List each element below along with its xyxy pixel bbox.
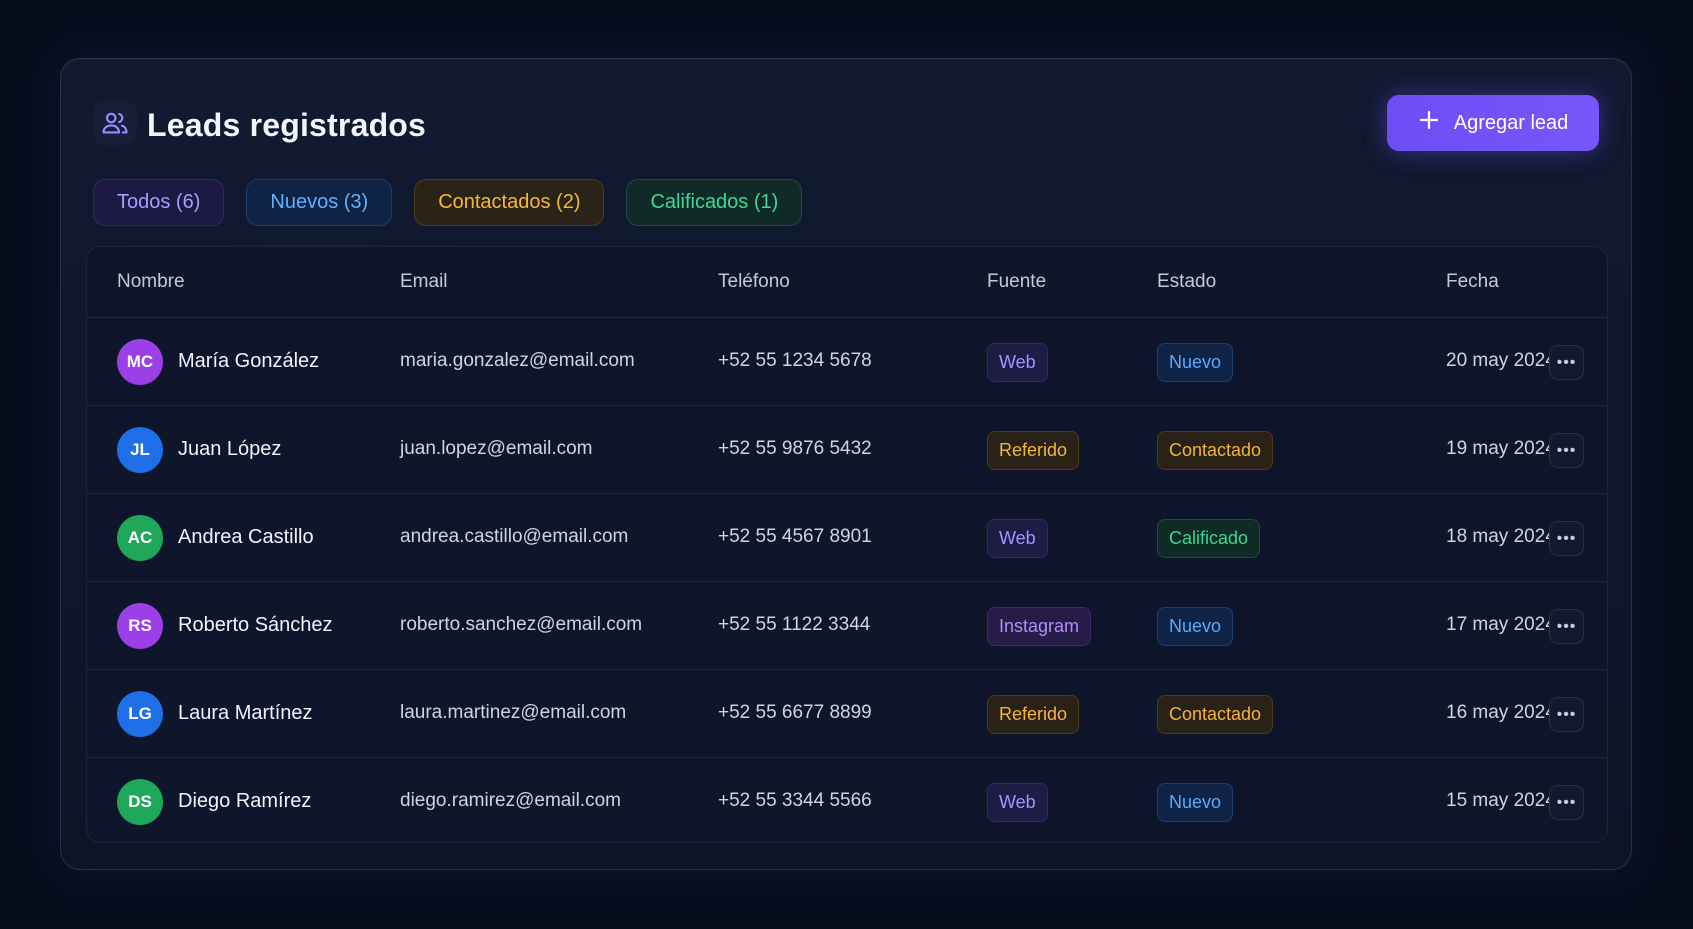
avatar: JL: [117, 427, 163, 473]
column-header-fuente[interactable]: Fuente: [987, 271, 1046, 293]
tab-calificados[interactable]: Calificados (1): [626, 179, 803, 226]
status-badge: Nuevo: [1157, 607, 1234, 646]
more-horizontal-icon: •••: [1556, 793, 1577, 811]
row-actions-button[interactable]: •••: [1549, 521, 1584, 556]
page-title: Leads registrados: [147, 107, 427, 143]
lead-date: 16 may 2024: [1446, 702, 1556, 723]
source-badge: Web: [987, 519, 1048, 558]
lead-phone: +52 55 4567 8901: [718, 526, 872, 547]
plus-icon: [1418, 109, 1440, 137]
column-header-nombre[interactable]: Nombre: [117, 271, 185, 293]
column-header-telefono[interactable]: Teléfono: [718, 271, 790, 293]
lead-phone: +52 55 6677 8899: [718, 702, 872, 723]
lead-email: laura.martinez@email.com: [400, 702, 627, 723]
table-row[interactable]: RS Roberto Sánchez roberto.sanchez@email…: [87, 582, 1607, 670]
lead-email: maria.gonzalez@email.com: [400, 350, 635, 371]
more-horizontal-icon: •••: [1556, 441, 1577, 459]
source-badge: Web: [987, 343, 1048, 382]
status-badge: Nuevo: [1157, 783, 1234, 822]
table-row[interactable]: MC María González maria.gonzalez@email.c…: [87, 318, 1607, 406]
lead-date: 18 may 2024: [1446, 526, 1556, 547]
row-actions-button[interactable]: •••: [1549, 345, 1584, 380]
filter-tabs: Todos (6) Nuevos (3) Contactados (2) Cal…: [93, 179, 803, 227]
row-actions-button[interactable]: •••: [1549, 785, 1584, 820]
source-badge: Referido: [987, 695, 1080, 734]
table-row[interactable]: LG Laura Martínez laura.martinez@email.c…: [87, 670, 1607, 758]
table-row[interactable]: AC Andrea Castillo andrea.castillo@email…: [87, 494, 1607, 582]
leads-table: Nombre Email Teléfono Fuente Estado Fech…: [86, 246, 1608, 843]
avatar: LG: [117, 691, 163, 737]
status-badge: Calificado: [1157, 519, 1261, 558]
lead-name: Roberto Sánchez: [178, 614, 333, 636]
source-badge: Instagram: [987, 607, 1092, 646]
lead-date: 17 may 2024: [1446, 614, 1556, 635]
row-actions-button[interactable]: •••: [1549, 609, 1584, 644]
lead-name: Laura Martínez: [178, 702, 313, 724]
tab-contactados[interactable]: Contactados (2): [414, 179, 605, 226]
lead-phone: +52 55 1122 3344: [718, 614, 871, 635]
table-row[interactable]: DS Diego Ramírez diego.ramirez@email.com…: [87, 758, 1607, 842]
lead-date: 20 may 2024: [1446, 350, 1556, 371]
avatar: DS: [117, 779, 163, 825]
row-actions-button[interactable]: •••: [1549, 433, 1584, 468]
column-header-email[interactable]: Email: [400, 271, 448, 293]
avatar: MC: [117, 339, 163, 385]
source-badge: Web: [987, 783, 1048, 822]
lead-phone: +52 55 1234 5678: [718, 350, 872, 371]
table-row[interactable]: JL Juan López juan.lopez@email.com +52 5…: [87, 406, 1607, 494]
status-badge: Nuevo: [1157, 343, 1234, 382]
lead-name: Diego Ramírez: [178, 790, 312, 812]
lead-phone: +52 55 3344 5566: [718, 790, 872, 811]
column-header-fecha[interactable]: Fecha: [1446, 271, 1499, 293]
lead-name: María González: [178, 350, 320, 372]
users-icon: [93, 101, 137, 145]
more-horizontal-icon: •••: [1556, 705, 1577, 723]
avatar: RS: [117, 603, 163, 649]
add-lead-label: Agregar lead: [1453, 111, 1569, 134]
lead-date: 19 may 2024: [1446, 438, 1556, 459]
more-horizontal-icon: •••: [1556, 617, 1577, 635]
status-badge: Contactado: [1157, 431, 1274, 470]
column-header-estado[interactable]: Estado: [1157, 271, 1216, 293]
leads-card: Leads registrados Agregar lead Todos (6)…: [60, 58, 1632, 870]
row-actions-button[interactable]: •••: [1549, 697, 1584, 732]
lead-name: Andrea Castillo: [178, 526, 314, 548]
lead-email: juan.lopez@email.com: [400, 438, 593, 459]
card-header: Leads registrados Agregar lead: [93, 95, 1599, 151]
lead-phone: +52 55 9876 5432: [718, 438, 872, 459]
lead-email: andrea.castillo@email.com: [400, 526, 629, 547]
more-horizontal-icon: •••: [1556, 353, 1577, 371]
source-badge: Referido: [987, 431, 1080, 470]
lead-date: 15 may 2024: [1446, 790, 1556, 811]
lead-email: diego.ramirez@email.com: [400, 790, 621, 811]
lead-email: roberto.sanchez@email.com: [400, 614, 643, 635]
avatar: AC: [117, 515, 163, 561]
status-badge: Contactado: [1157, 695, 1274, 734]
tab-todos[interactable]: Todos (6): [93, 179, 225, 226]
tab-nuevos[interactable]: Nuevos (3): [246, 179, 393, 226]
more-horizontal-icon: •••: [1556, 529, 1577, 547]
add-lead-button[interactable]: Agregar lead: [1387, 95, 1599, 151]
table-header: Nombre Email Teléfono Fuente Estado Fech…: [87, 247, 1607, 318]
lead-name: Juan López: [178, 438, 282, 460]
